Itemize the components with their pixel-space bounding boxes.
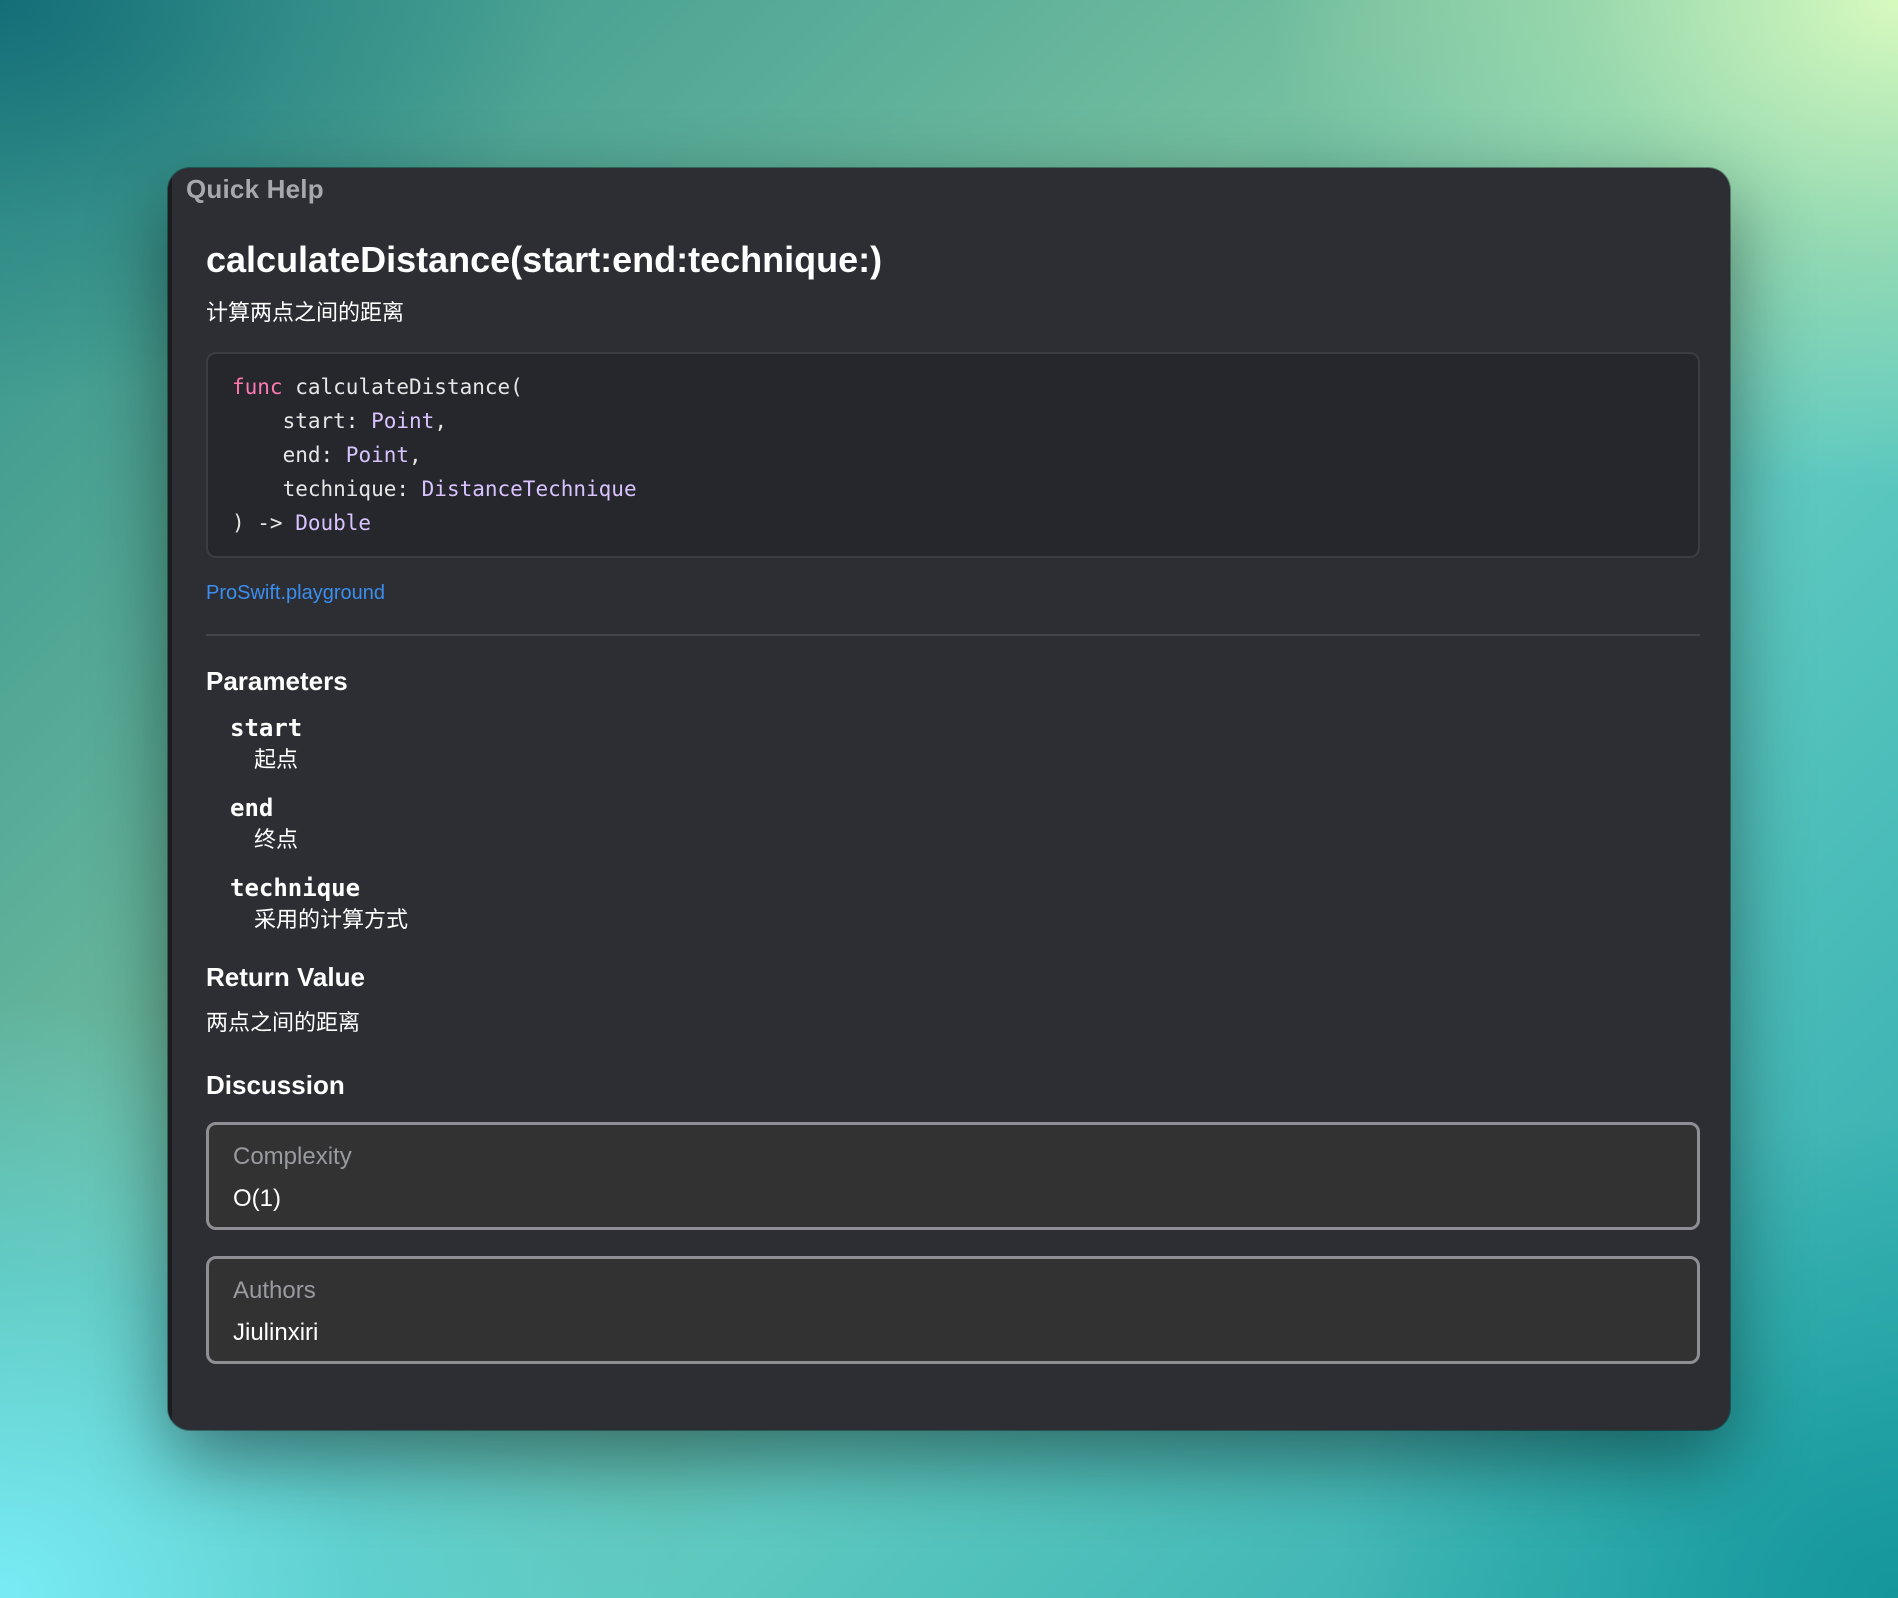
param-type: DistanceTechnique [421,477,637,501]
param-type: Point [345,443,410,467]
declaration-line-return: ) -> Double [232,506,1674,540]
declaration-line-param: technique: DistanceTechnique [232,472,1674,506]
parameters-heading: Parameters [206,666,348,696]
complexity-callout: Complexity O(1) [206,1122,1700,1230]
parameter-description: 起点 [254,747,299,772]
param-type: Point [371,409,435,433]
parameters-list: start 起点 end 终点 technique 采用的计算方式 [206,712,1700,936]
source-file-link[interactable]: ProSwift.playground [206,580,385,606]
function-name: calculateDistance( [295,375,523,399]
symbol-title: calculateDistance(start:end:technique:) [206,239,883,280]
return-value-heading: Return Value [206,962,365,992]
param-label: end: [282,443,346,467]
declaration-code-block[interactable]: func calculateDistance( start: Point, en… [206,352,1700,558]
param-label: start: [282,409,372,433]
return-arrow: ) -> [232,511,296,535]
callout-value: Jiulinxiri [233,1319,319,1346]
param-label: technique: [282,477,422,501]
parameter-name: technique [230,874,361,902]
parameter-item: technique 采用的计算方式 [230,872,1700,936]
param-suffix: , [409,443,422,467]
callout-value: O(1) [233,1185,281,1212]
return-value-description: 两点之间的距离 [206,1010,361,1035]
panel-title: Quick Help [186,174,324,204]
declaration-line-func: func calculateDistance( [232,370,1674,404]
declaration-line-param: end: Point, [232,438,1674,472]
section-divider [206,634,1700,636]
return-type: Double [295,511,372,535]
declaration-line-param: start: Point, [232,404,1674,438]
parameter-item: start 起点 [230,712,1700,776]
parameter-description: 终点 [254,827,299,852]
parameter-description: 采用的计算方式 [254,907,409,932]
quick-help-panel: Quick Help calculateDistance(start:end:t… [168,168,1730,1430]
authors-callout: Authors Jiulinxiri [206,1256,1700,1364]
parameter-item: end 终点 [230,792,1700,856]
param-suffix: , [434,409,447,433]
quick-help-content: calculateDistance( start: end: technique: ) … [206,236,1700,1364]
discussion-heading: Discussion [206,1070,345,1100]
parameter-name: end [230,794,274,822]
symbol-summary: 计算两点之间的距离 [206,300,405,325]
func-keyword: func [232,375,283,399]
parameter-name: start [230,714,303,742]
callout-label: Complexity [233,1143,352,1170]
callout-label: Authors [233,1277,316,1304]
